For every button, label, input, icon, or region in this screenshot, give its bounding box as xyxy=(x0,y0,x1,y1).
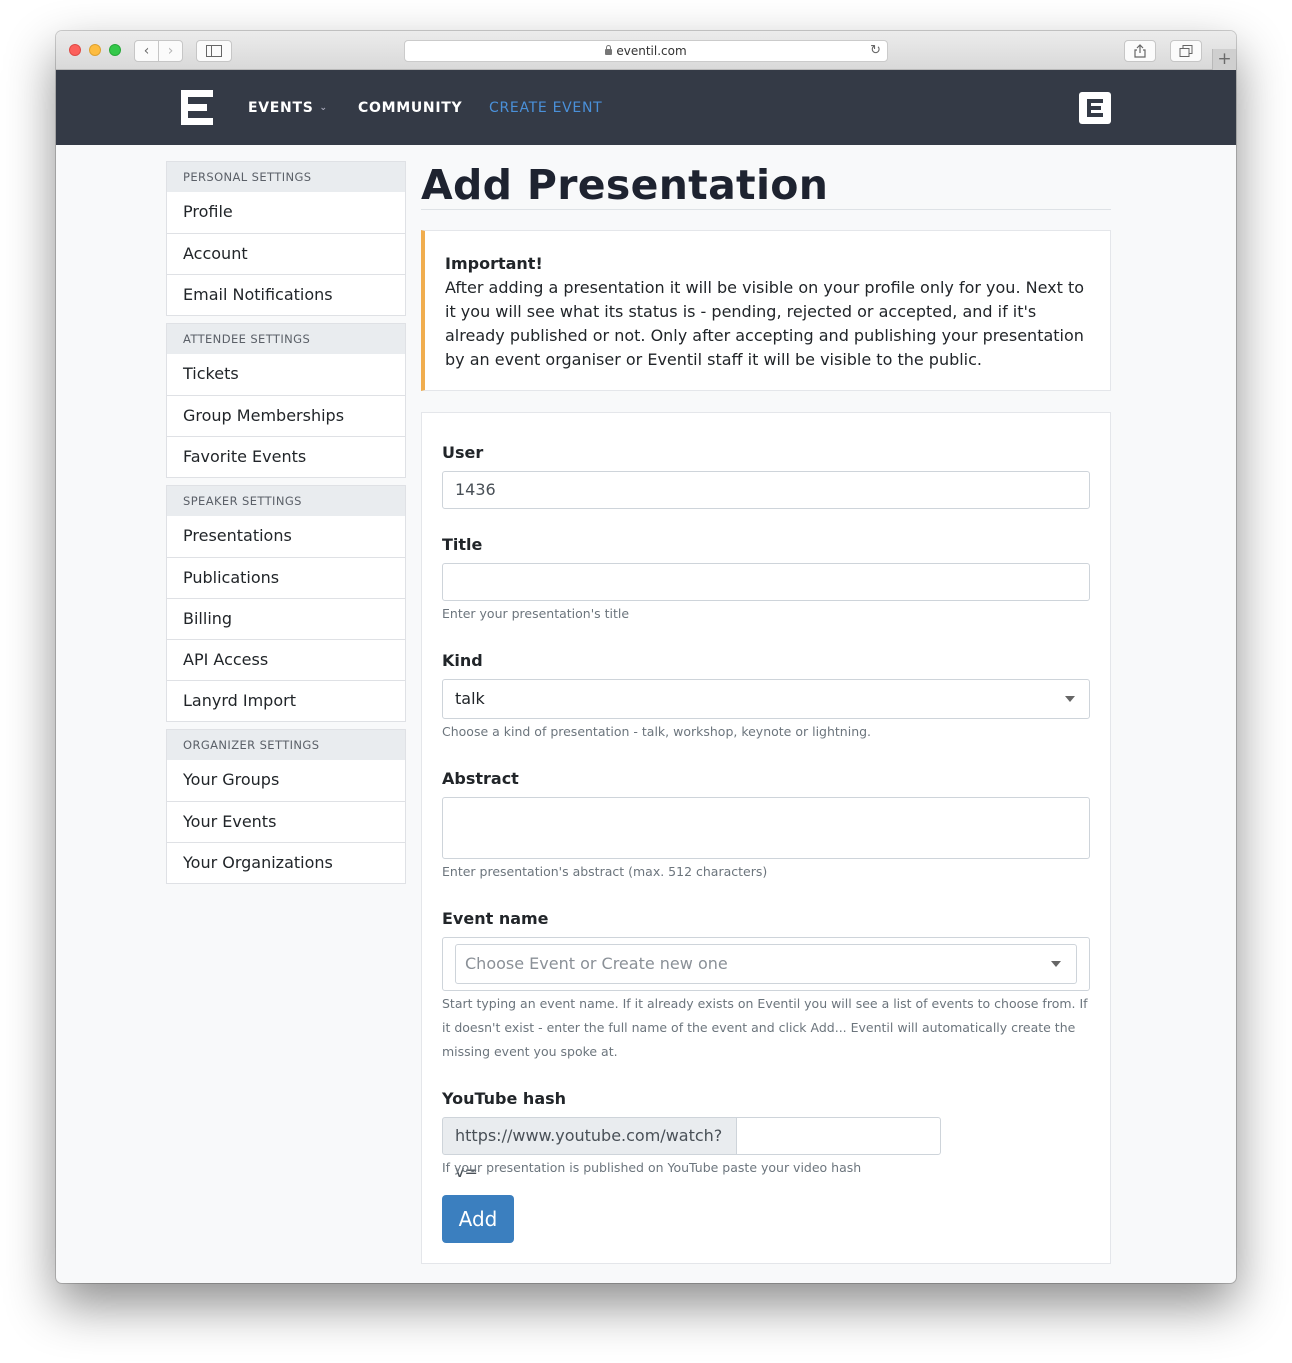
sidebar-group-organizer: ORGANIZER SETTINGS Your Groups Your Even… xyxy=(166,729,406,884)
add-presentation-form: User 1436 Title Enter your presentation'… xyxy=(421,412,1111,1264)
sidebar-item-your-organizations[interactable]: Your Organizations xyxy=(167,842,405,883)
sidebar-item-api-access[interactable]: API Access xyxy=(167,639,405,680)
sidebar-item-profile[interactable]: Profile xyxy=(167,192,405,233)
sidebar-item-account[interactable]: Account xyxy=(167,233,405,274)
nav-events-label: EVENTS xyxy=(248,100,314,116)
chevron-down-icon: ⌄ xyxy=(319,103,328,113)
add-button[interactable]: Add xyxy=(442,1195,514,1243)
sidebar-item-your-events[interactable]: Your Events xyxy=(167,801,405,842)
abstract-label: Abstract xyxy=(442,769,519,788)
alert-heading: Important! xyxy=(445,254,543,273)
event-name-placeholder: Choose Event or Create new one xyxy=(465,954,728,973)
chevron-right-icon: › xyxy=(167,43,174,59)
chevron-left-icon: ‹ xyxy=(143,43,150,59)
sidebar-item-your-groups[interactable]: Your Groups xyxy=(167,760,405,801)
browser-toolbar: ‹ › eventil.com ↻ + xyxy=(56,31,1236,70)
url-text: eventil.com xyxy=(616,44,687,58)
alert-body: After adding a presentation it will be v… xyxy=(445,278,1085,369)
sidebar-header: ATTENDEE SETTINGS xyxy=(167,324,405,354)
minimize-window-button[interactable] xyxy=(89,44,101,56)
page-title: Add Presentation xyxy=(421,161,829,209)
user-field[interactable]: 1436 xyxy=(442,471,1090,509)
kind-selected-value: talk xyxy=(455,689,485,708)
youtube-input-group: https://www.youtube.com/watch?v= xyxy=(442,1117,942,1181)
sidebar-header: ORGANIZER SETTINGS xyxy=(167,730,405,760)
youtube-help: If your presentation is published on You… xyxy=(442,1160,862,1175)
abstract-help: Enter presentation's abstract (max. 512 … xyxy=(442,864,768,879)
forward-button[interactable]: › xyxy=(158,40,183,62)
share-button[interactable] xyxy=(1124,40,1156,62)
user-menu-avatar[interactable] xyxy=(1079,92,1111,124)
caret-down-icon xyxy=(1065,696,1075,702)
sidebar-icon xyxy=(206,45,222,57)
sidebar-header: SPEAKER SETTINGS xyxy=(167,486,405,516)
tabs-icon xyxy=(1179,45,1193,57)
title-help: Enter your presentation's title xyxy=(442,606,630,621)
site-navbar: EVENTS ⌄ COMMUNITY CREATE EVENT xyxy=(56,70,1236,145)
title-field[interactable] xyxy=(442,563,1090,601)
youtube-hash-field[interactable] xyxy=(736,1117,941,1155)
new-tab-button[interactable]: + xyxy=(1212,49,1236,70)
abstract-textarea[interactable] xyxy=(442,797,1090,859)
back-button[interactable]: ‹ xyxy=(134,40,159,62)
event-name-help: Start typing an event name. If it alread… xyxy=(442,996,1088,1059)
sidebar-header: PERSONAL SETTINGS xyxy=(167,162,405,192)
sidebar-item-presentations[interactable]: Presentations xyxy=(167,516,405,557)
zoom-window-button[interactable] xyxy=(109,44,121,56)
lock-icon xyxy=(605,45,613,55)
sidebar-group-attendee: ATTENDEE SETTINGS Tickets Group Membersh… xyxy=(166,323,406,478)
sidebar-item-publications[interactable]: Publications xyxy=(167,557,405,598)
sidebar-group-speaker: SPEAKER SETTINGS Presentations Publicati… xyxy=(166,485,406,722)
sidebar-item-email-notifications[interactable]: Email Notifications xyxy=(167,274,405,315)
title-divider xyxy=(421,209,1111,210)
nav-events[interactable]: EVENTS ⌄ xyxy=(248,100,328,116)
reload-icon[interactable]: ↻ xyxy=(870,41,881,61)
sidebar-item-lanyrd-import[interactable]: Lanyrd Import xyxy=(167,680,405,721)
nav-create-event[interactable]: CREATE EVENT xyxy=(489,100,602,116)
show-tabs-button[interactable] xyxy=(1170,40,1202,62)
youtube-label: YouTube hash xyxy=(442,1089,567,1108)
kind-select[interactable]: talk xyxy=(442,679,1090,719)
caret-down-icon xyxy=(1051,961,1061,967)
sidebar-item-tickets[interactable]: Tickets xyxy=(167,354,405,395)
event-name-select[interactable]: Choose Event or Create new one xyxy=(455,944,1077,984)
user-label: User xyxy=(442,443,484,462)
address-bar[interactable]: eventil.com ↻ xyxy=(404,40,888,62)
sidebar-item-favorite-events[interactable]: Favorite Events xyxy=(167,436,405,477)
eventil-logo-icon xyxy=(1087,99,1103,117)
event-name-label: Event name xyxy=(442,909,549,928)
event-name-field: Choose Event or Create new one xyxy=(442,937,1090,991)
title-label: Title xyxy=(442,535,483,554)
close-window-button[interactable] xyxy=(69,44,81,56)
youtube-url-prefix: https://www.youtube.com/watch?v= xyxy=(442,1117,737,1181)
nav-community[interactable]: COMMUNITY xyxy=(358,100,462,116)
eventil-logo-icon[interactable] xyxy=(181,90,213,125)
sidebar-toggle-button[interactable] xyxy=(196,40,232,62)
sidebar-item-billing[interactable]: Billing xyxy=(167,598,405,639)
kind-label: Kind xyxy=(442,651,483,670)
sidebar-item-group-memberships[interactable]: Group Memberships xyxy=(167,395,405,436)
share-icon xyxy=(1134,44,1146,58)
important-alert: Important! After adding a presentation i… xyxy=(421,230,1111,391)
kind-help: Choose a kind of presentation - talk, wo… xyxy=(442,724,872,739)
sidebar-group-personal: PERSONAL SETTINGS Profile Account Email … xyxy=(166,161,406,316)
browser-window: ‹ › eventil.com ↻ + EVENTS ⌄ COMMUNITY C… xyxy=(56,31,1236,1283)
